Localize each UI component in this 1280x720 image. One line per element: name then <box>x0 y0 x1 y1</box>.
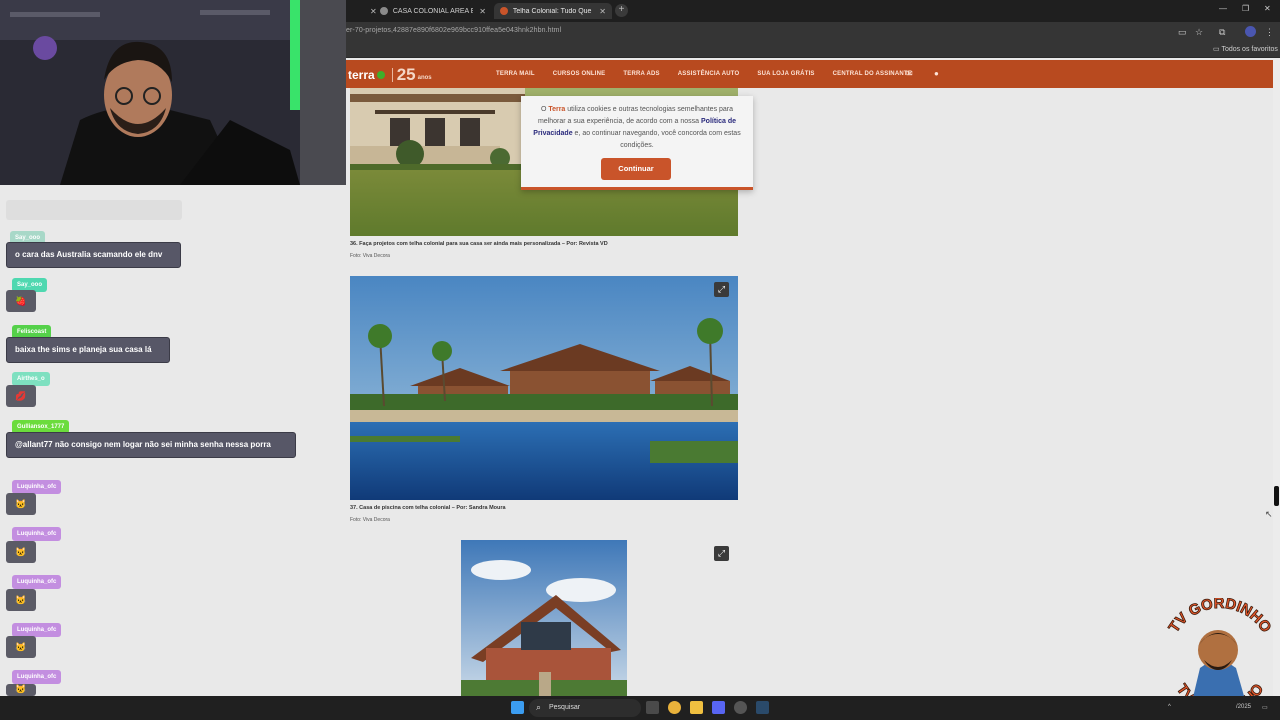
menu-icon[interactable]: ⋮ <box>1265 27 1274 38</box>
chrome-icon[interactable] <box>668 701 681 714</box>
chat-username: Airthes_o <box>12 372 50 386</box>
mail-icon[interactable]: ✉ <box>906 69 913 78</box>
chat-emote: 💋 <box>6 385 36 407</box>
logo-text: terra <box>348 68 375 82</box>
cookie-brand: Terra <box>548 106 566 113</box>
nav-cursos-online[interactable]: CURSOS ONLINE <box>553 71 606 77</box>
chat-emote: 🐱 <box>6 589 36 611</box>
chat-emote: 🐱 <box>6 493 36 515</box>
top-nav: TERRA MAIL CURSOS ONLINE TERRA ADS ASSIS… <box>496 71 930 77</box>
aframe-house-image <box>461 540 627 696</box>
terra-favicon-icon <box>500 7 508 15</box>
cookie-message: O Terra utiliza cookies e outras tecnolo… <box>521 96 753 152</box>
all-bookmarks-link[interactable]: ▭ Todos os favoritos <box>1213 45 1278 53</box>
tab-title: Telha Colonial: Tudo Que Você <box>512 7 593 15</box>
discord-icon[interactable] <box>712 701 725 714</box>
chat-username: Luquinha_ofc <box>12 623 62 637</box>
tab-telha-colonial[interactable]: Telha Colonial: Tudo Que Você ✕ <box>494 3 612 19</box>
chat-emote: 🐱 <box>6 541 36 563</box>
profile-avatar[interactable] <box>1245 26 1256 37</box>
logo-divider <box>391 68 393 82</box>
chat-emote: 🐱 <box>6 684 36 696</box>
search-placeholder: Pesquisar <box>549 704 581 711</box>
emote-icon: 🐱 <box>15 499 27 509</box>
emote-icon: 🐱 <box>15 642 27 652</box>
windows-taskbar: ⌕ Pesquisar ^ /2025 ▭ <box>0 696 1280 720</box>
emote-icon: 🐱 <box>15 595 27 605</box>
chat-username: Luquinha_ofc <box>12 480 62 494</box>
minimize-icon[interactable]: — <box>1219 4 1227 13</box>
chat-message: o cara das Australia scamando ele dnv <box>6 242 181 268</box>
taskbar-search[interactable]: ⌕ Pesquisar <box>529 699 641 717</box>
file-explorer-icon[interactable] <box>690 701 703 714</box>
steam-icon[interactable] <box>756 701 769 714</box>
nav-terra-mail[interactable]: TERRA MAIL <box>496 71 535 77</box>
chat-message: @allant77 não consigo nem logar não sei … <box>6 432 296 458</box>
screen: ✕ CASA COLONIAL AREA EXTER ✕ Telha Colon… <box>0 0 1280 720</box>
article-photo-38[interactable] <box>461 540 627 696</box>
tray-chevron-icon[interactable]: ^ <box>1168 704 1171 710</box>
cast-icon[interactable]: ▭ <box>1178 27 1187 38</box>
webcam-image <box>0 0 346 185</box>
new-tab-button[interactable]: + <box>615 4 628 17</box>
photo-caption: 37. Casa de piscina com telha colonial –… <box>350 505 506 511</box>
emote-icon: 💋 <box>15 391 27 401</box>
emote-icon: 🍓 <box>15 296 27 306</box>
chat-emote: 🍓 <box>6 290 36 312</box>
notification-icon[interactable]: ▭ <box>1262 704 1268 711</box>
emote-icon: 🐱 <box>15 547 27 557</box>
tab-title: CASA COLONIAL AREA EXTER <box>392 7 474 15</box>
photo-credit: Foto: Viva Decora <box>350 517 390 523</box>
clock[interactable]: /2025 <box>1236 704 1251 710</box>
pool-house-image <box>350 276 738 500</box>
star-icon[interactable]: ☆ <box>1195 27 1203 38</box>
photo-credit: Foto: Viva Decora <box>350 253 390 259</box>
chat-username: Luquinha_ofc <box>12 575 62 589</box>
nav-terra-ads[interactable]: TERRA ADS <box>623 71 659 77</box>
restore-icon[interactable]: ❐ <box>1242 4 1249 13</box>
cookie-consent-banner: O Terra utiliza cookies e outras tecnolo… <box>521 96 753 190</box>
task-view-icon[interactable] <box>646 701 659 714</box>
mouse-cursor-icon: ↖ <box>1265 509 1273 519</box>
cookie-text: e, ao continuar navegando, você concorda… <box>572 130 741 149</box>
url-field[interactable]: er-70-projetos,42887e890f6802e969bcc910f… <box>346 27 561 34</box>
continue-button[interactable]: Continuar <box>601 158 671 180</box>
streamer-webcam <box>0 0 346 185</box>
chat-message: baixa the sims e planeja sua casa lá <box>6 337 170 363</box>
nav-central-do-assinante[interactable]: CENTRAL DO ASSINANTE <box>833 71 912 77</box>
scrollbar-thumb[interactable] <box>1274 486 1279 506</box>
tab-casa-colonial[interactable]: CASA COLONIAL AREA EXTER ✕ <box>374 3 492 19</box>
site-header: terra 25 anos TERRA MAIL CURSOS ONLINE T… <box>346 60 1274 88</box>
chat-emote: 🐱 <box>6 636 36 658</box>
search-icon: ⌕ <box>536 702 542 712</box>
logo-dot-icon <box>376 71 385 79</box>
chat-username: Luquinha_ofc <box>12 527 62 541</box>
user-icon[interactable]: ● <box>934 69 939 78</box>
expand-icon[interactable]: ⤢ <box>714 546 729 561</box>
anniversary-label: anos <box>417 75 432 81</box>
windows-start-icon[interactable] <box>511 701 524 714</box>
chat-username: Luquinha_ofc <box>12 670 62 684</box>
close-window-icon[interactable]: ✕ <box>1264 4 1271 13</box>
close-tab-icon[interactable]: ✕ <box>479 7 486 16</box>
chat-faded-message <box>6 200 182 220</box>
close-tab-icon[interactable]: ✕ <box>599 7 606 16</box>
photo-caption: 36. Faça projetos com telha colonial par… <box>350 241 608 247</box>
extensions-icon[interactable]: ⧉ <box>1219 27 1225 38</box>
globe-icon <box>380 7 388 15</box>
bookmarks-label: Todos os favoritos <box>1221 46 1278 53</box>
terra-logo[interactable]: terra 25 anos <box>348 65 432 85</box>
article-photo-37[interactable] <box>350 276 738 500</box>
nav-assistencia-auto[interactable]: ASSISTÊNCIA AUTO <box>678 71 740 77</box>
expand-icon[interactable]: ⤢ <box>714 282 729 297</box>
obs-icon[interactable] <box>734 701 747 714</box>
nav-sua-loja-gratis[interactable]: SUA LOJA GRÁTIS <box>757 71 814 77</box>
anniversary-number: 25 <box>396 65 416 84</box>
emote-icon: 🐱 <box>15 684 27 694</box>
